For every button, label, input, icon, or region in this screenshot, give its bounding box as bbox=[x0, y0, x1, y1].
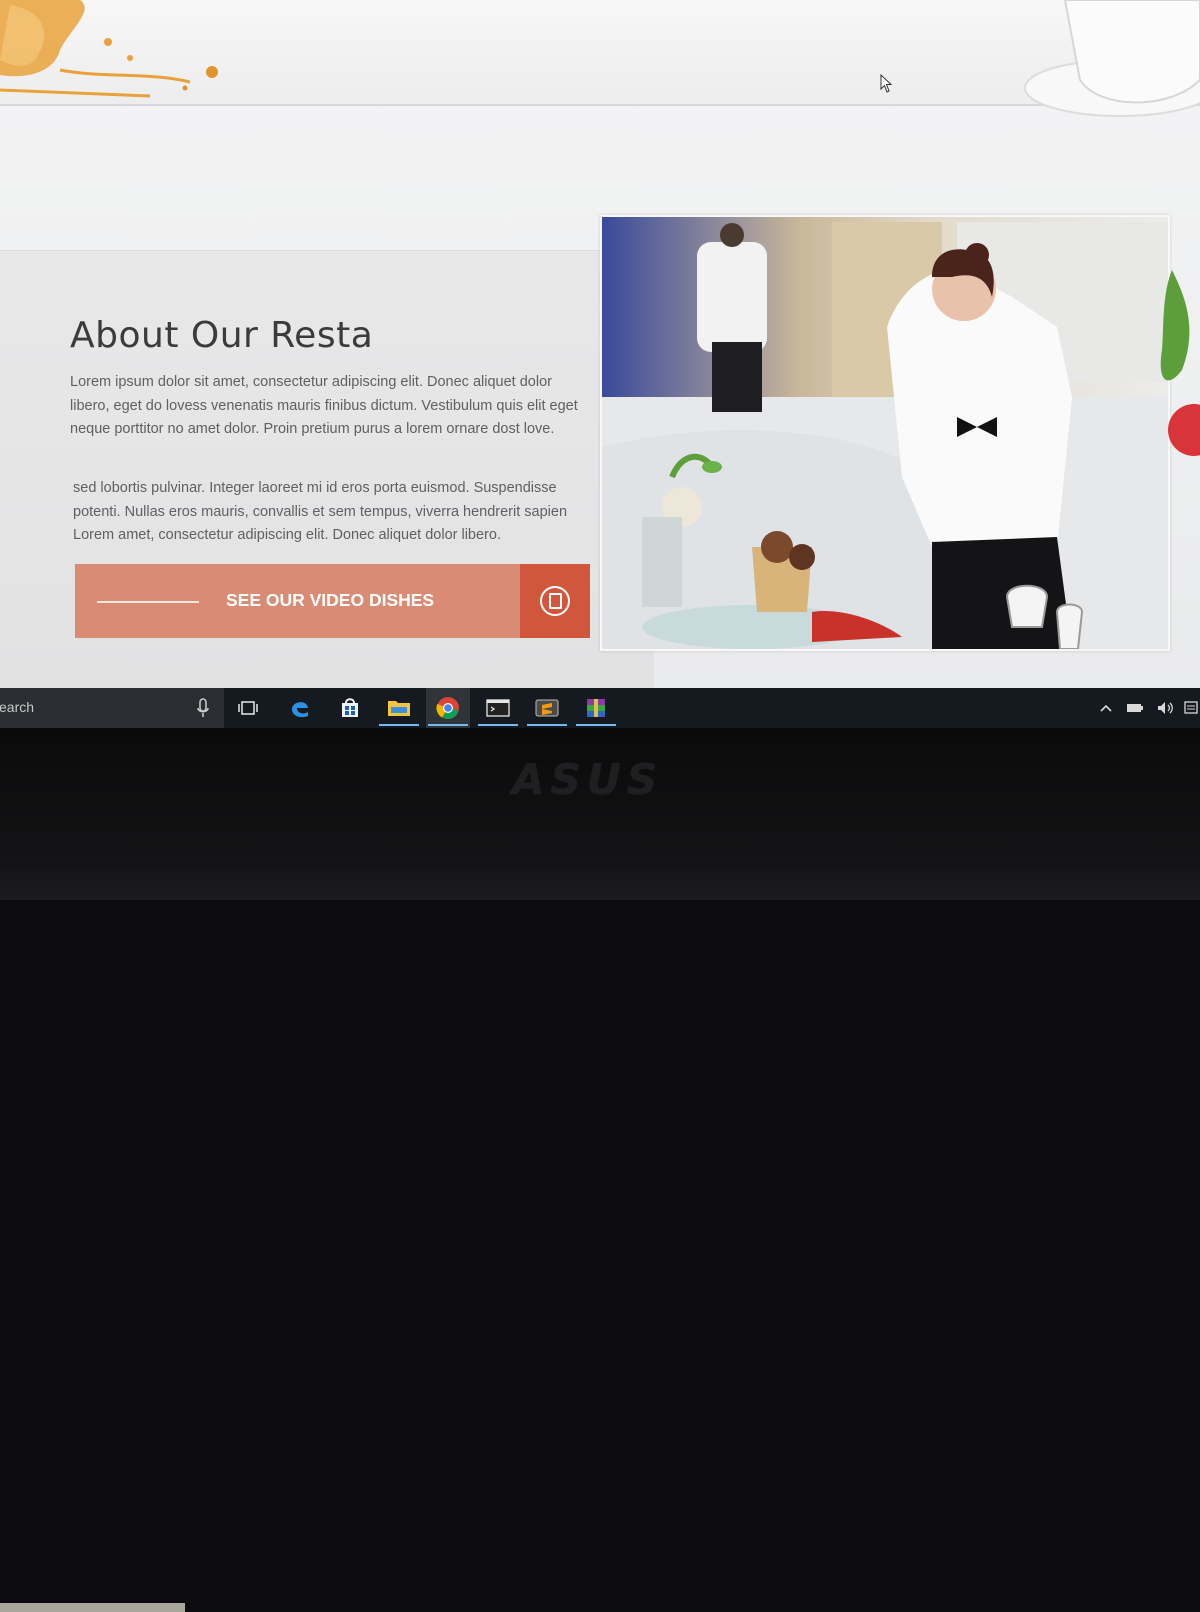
windows-taskbar: earch bbox=[0, 688, 1200, 728]
cta-label: SEE OUR VIDEO DISHES bbox=[226, 590, 435, 610]
battery-icon[interactable] bbox=[1122, 688, 1148, 728]
file-explorer-icon[interactable] bbox=[377, 688, 421, 728]
task-view-icon[interactable] bbox=[226, 688, 270, 728]
hero-section-bottom bbox=[0, 0, 1200, 117]
browser-viewport: About Our Resta Lorem ipsum dolor sit am… bbox=[0, 0, 1200, 688]
laptop-bezel bbox=[0, 728, 1200, 1612]
cta-icon-box[interactable] bbox=[520, 564, 590, 638]
chrome-icon[interactable] bbox=[426, 688, 470, 728]
asus-logo: ASUS bbox=[512, 755, 664, 804]
edge-icon[interactable] bbox=[278, 688, 322, 728]
coffee-cup-decoration bbox=[1024, 0, 1200, 117]
volume-icon[interactable] bbox=[1152, 688, 1178, 728]
winrar-icon[interactable] bbox=[574, 688, 618, 728]
about-paragraph-2: sed lobortis pulvinar. Integer laoreet m… bbox=[73, 480, 568, 543]
bezel-light-strip bbox=[0, 1603, 185, 1612]
play-video-icon bbox=[540, 586, 570, 616]
store-icon[interactable] bbox=[328, 688, 372, 728]
restaurant-photo bbox=[600, 215, 1170, 651]
terminal-icon[interactable] bbox=[476, 688, 520, 728]
about-title: About Our Resta bbox=[70, 315, 374, 356]
about-paragraph-1: Lorem ipsum dolor sit amet, consectetur … bbox=[70, 374, 578, 437]
about-section: About Our Resta Lorem ipsum dolor sit am… bbox=[0, 250, 654, 688]
see-video-dishes-button[interactable]: SEE OUR VIDEO DISHES bbox=[75, 564, 590, 638]
show-hidden-icons-chevron-icon[interactable] bbox=[1094, 688, 1118, 728]
mouse-pointer-icon bbox=[880, 74, 893, 93]
search-box[interactable]: earch bbox=[0, 688, 224, 728]
cta-decor-line bbox=[97, 601, 199, 603]
leaf-decoration bbox=[1160, 270, 1200, 456]
orange-splash-decoration bbox=[0, 0, 218, 98]
microphone-icon[interactable] bbox=[196, 697, 210, 719]
search-placeholder: earch bbox=[0, 699, 35, 715]
sublime-text-icon[interactable] bbox=[525, 688, 569, 728]
notifications-icon[interactable] bbox=[1182, 688, 1200, 728]
